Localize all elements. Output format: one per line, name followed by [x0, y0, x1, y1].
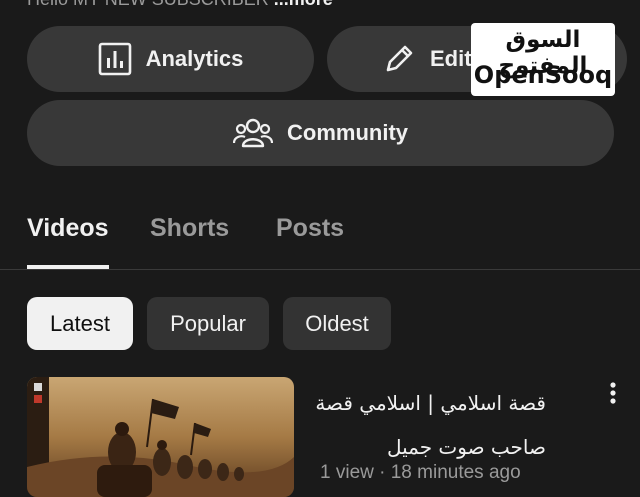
community-label: Community — [287, 120, 408, 145]
channel-description[interactable]: Hello MY NEW SUBSCRIBER ...more — [27, 0, 333, 10]
community-icon — [233, 116, 273, 150]
chip-popular[interactable]: Popular — [147, 297, 269, 350]
video-thumbnail[interactable] — [27, 377, 294, 497]
more-vert-icon[interactable] — [600, 380, 626, 410]
community-button[interactable]: Community — [27, 100, 614, 166]
analytics-button[interactable]: Analytics — [27, 26, 314, 92]
opensooq-watermark: السوق المفتوح OpenSooq — [471, 23, 615, 96]
description-more-link[interactable]: ...more — [274, 0, 333, 9]
chip-oldest[interactable]: Oldest — [283, 297, 391, 350]
video-title[interactable]: قصة اسلامي | اسلامي قصة صاحب صوت جميل — [306, 381, 546, 469]
tab-shorts[interactable]: Shorts — [150, 214, 229, 243]
pencil-icon — [382, 42, 416, 76]
tab-videos[interactable]: Videos — [27, 214, 109, 243]
tab-posts[interactable]: Posts — [276, 214, 344, 243]
description-text: Hello MY NEW SUBSCRIBER — [27, 0, 269, 9]
analytics-icon — [98, 42, 132, 76]
analytics-label: Analytics — [145, 46, 244, 71]
chip-latest[interactable]: Latest — [27, 297, 133, 350]
tabs-divider — [0, 269, 640, 270]
watermark-english-text: OpenSooq — [473, 61, 613, 89]
video-meta: 1 view · 18 minutes ago — [320, 462, 521, 483]
